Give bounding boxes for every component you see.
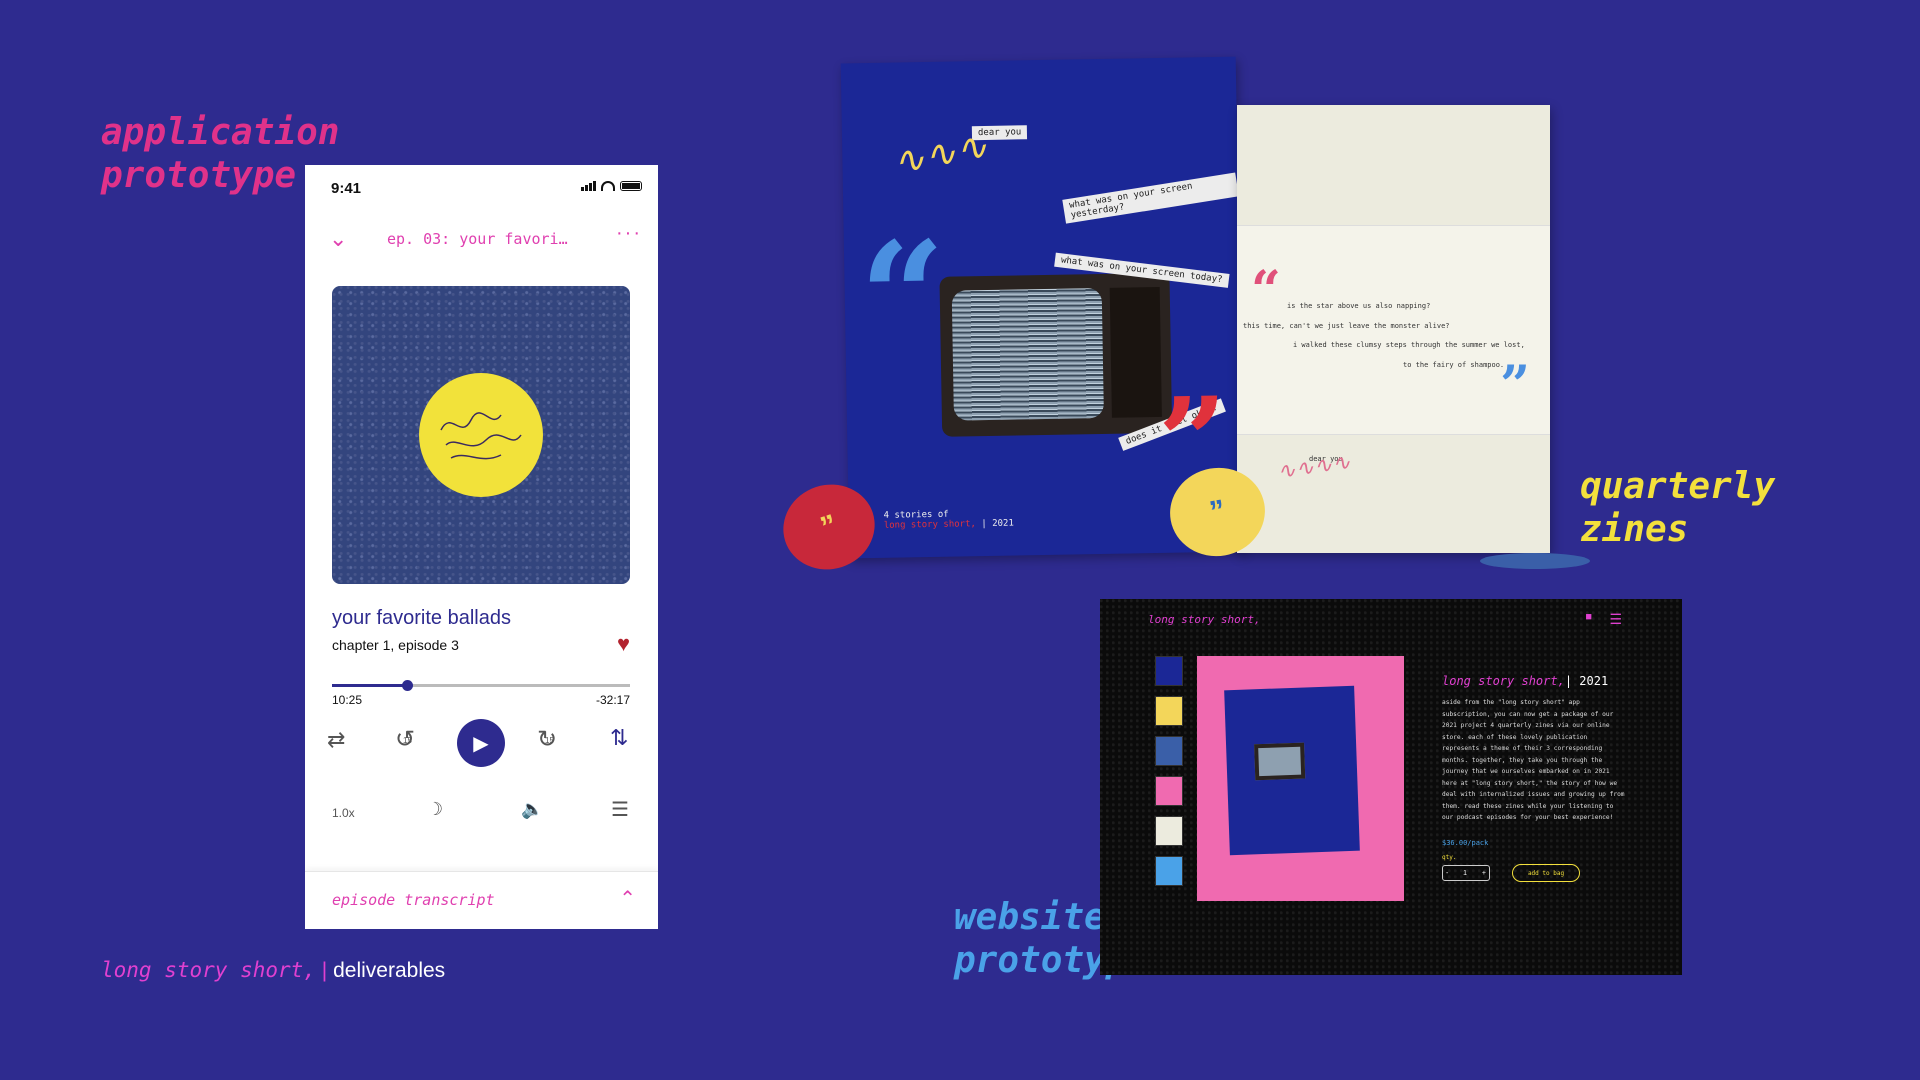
product-book [1224, 685, 1360, 856]
zine-line: i walked these clumsy steps through the … [1293, 341, 1525, 349]
add-to-bag-button[interactable]: add to bag [1512, 864, 1580, 882]
zine-footer: 4 stories of long story short, | 2021 [884, 509, 1014, 531]
product-thumbnail[interactable] [1155, 736, 1183, 766]
repeat-icon[interactable]: ⇅ [610, 725, 628, 751]
battery-icon [620, 181, 642, 191]
transcript-bar[interactable]: episode transcript ⌃ [305, 871, 658, 929]
tv-illustration [939, 272, 1173, 437]
zine-footer-brand: long story short, [883, 519, 976, 531]
brand-separator: | [321, 959, 328, 982]
qty-plus[interactable]: + [1482, 870, 1486, 877]
play-button[interactable]: ▶ [457, 719, 505, 767]
skip-back-seconds: 15 [403, 736, 412, 745]
product-thumbnail[interactable] [1155, 856, 1183, 886]
qty-value: 1 [1463, 869, 1468, 877]
brand-subtitle: deliverables [333, 959, 446, 982]
phone-mockup: 9:41 ⌄ ep. 03: your favori… ··· your fav… [305, 165, 658, 929]
heart-icon[interactable]: ♥ [617, 631, 630, 657]
product-price: $36.00/pack [1442, 839, 1489, 847]
product-title-name: long story short, [1442, 674, 1565, 688]
zine-footer-year: | 2021 [981, 518, 1014, 530]
handwriting-illustration [440, 412, 522, 460]
blue-quote-mark: “ [858, 208, 948, 387]
application-prototype-label: application prototype [101, 111, 339, 197]
product-tv [1254, 742, 1306, 781]
volume-icon[interactable]: 🔈 [521, 799, 543, 820]
product-thumbnail[interactable] [1155, 696, 1183, 726]
shuffle-icon[interactable]: ⇄ [327, 727, 345, 753]
zine-line: to the fairy of shampoo. [1403, 361, 1505, 369]
progress-bar[interactable] [332, 680, 630, 691]
shopping-bag-icon[interactable]: ■ [1585, 611, 1592, 623]
zine-handwritten-script: ∿∿∿∿ [1275, 449, 1353, 486]
queue-list-icon[interactable]: ☰ [611, 797, 629, 822]
label-line: prototype [101, 155, 297, 196]
skip-forward-seconds: 15 [545, 736, 554, 745]
pink-quote-mark: “ [1251, 260, 1281, 321]
zine-handwritten-title: ∿∿∿ [888, 123, 992, 185]
zine-line: is the star above us also napping? [1287, 302, 1431, 310]
remaining-time: -32:17 [595, 693, 630, 707]
tv-screen [951, 287, 1104, 421]
progress-knob[interactable] [401, 680, 413, 691]
transcript-label: episode transcript [332, 891, 495, 909]
player-topbar: ⌄ ep. 03: your favori… ··· [305, 220, 658, 260]
zine-line: this time, can't we just leave the monst… [1243, 322, 1450, 330]
chevron-up-icon[interactable]: ⌃ [619, 886, 636, 911]
episode-title: ep. 03: your favori… [387, 230, 568, 248]
white-zine: “ is the star above us also napping? thi… [1237, 105, 1550, 553]
quantity-stepper[interactable]: - 1 + [1442, 865, 1490, 881]
moon-illustration [419, 373, 543, 497]
qty-label: qty. [1442, 854, 1457, 861]
playback-speed[interactable]: 1.0x [332, 806, 355, 820]
qty-minus[interactable]: - [1446, 870, 1448, 877]
label-line: application [101, 112, 340, 153]
progress-fill [332, 684, 407, 687]
track-title: your favorite ballads [332, 607, 511, 629]
sleep-timer-moon-icon[interactable]: ☽ [427, 799, 443, 820]
status-time: 9:41 [331, 180, 362, 197]
label-line: quarterly [1580, 466, 1776, 507]
product-thumbnail[interactable] [1155, 776, 1183, 806]
elapsed-time: 10:25 [332, 693, 363, 707]
web-logo[interactable]: long story short, [1148, 613, 1261, 626]
product-title-year: | 2021 [1564, 674, 1609, 688]
zine-strip: what was on your screen yesterday? [1062, 172, 1239, 224]
track-subtitle: chapter 1, episode 3 [332, 637, 459, 653]
blue-sticker [1480, 553, 1590, 569]
play-icon: ▶ [473, 732, 489, 755]
product-main-image [1197, 656, 1404, 901]
product-description: aside from the "long story short" app su… [1442, 699, 1625, 821]
signal-icon [581, 181, 596, 191]
blue-quote-mark-small: ” [1500, 355, 1530, 416]
quarterly-zines-label: quarterly zines [1580, 465, 1775, 551]
brand-footer: long story short, | deliverables [101, 958, 445, 983]
status-icons [581, 181, 642, 191]
website-mockup: long story short, ■ ☰ long story short,|… [1100, 599, 1682, 975]
brand-name: long story short, [101, 958, 316, 982]
wifi-icon [601, 181, 615, 191]
label-line: zines [1580, 509, 1689, 550]
chevron-down-icon[interactable]: ⌄ [329, 226, 347, 252]
menu-icon[interactable]: ☰ [1609, 611, 1622, 628]
product-title: long story short,| 2021 [1442, 674, 1608, 688]
tv-panel [1109, 286, 1162, 418]
product-thumbnail[interactable] [1155, 816, 1183, 846]
album-cover [332, 286, 630, 584]
more-dots-icon[interactable]: ··· [616, 222, 642, 245]
product-thumbnail[interactable] [1155, 656, 1183, 686]
